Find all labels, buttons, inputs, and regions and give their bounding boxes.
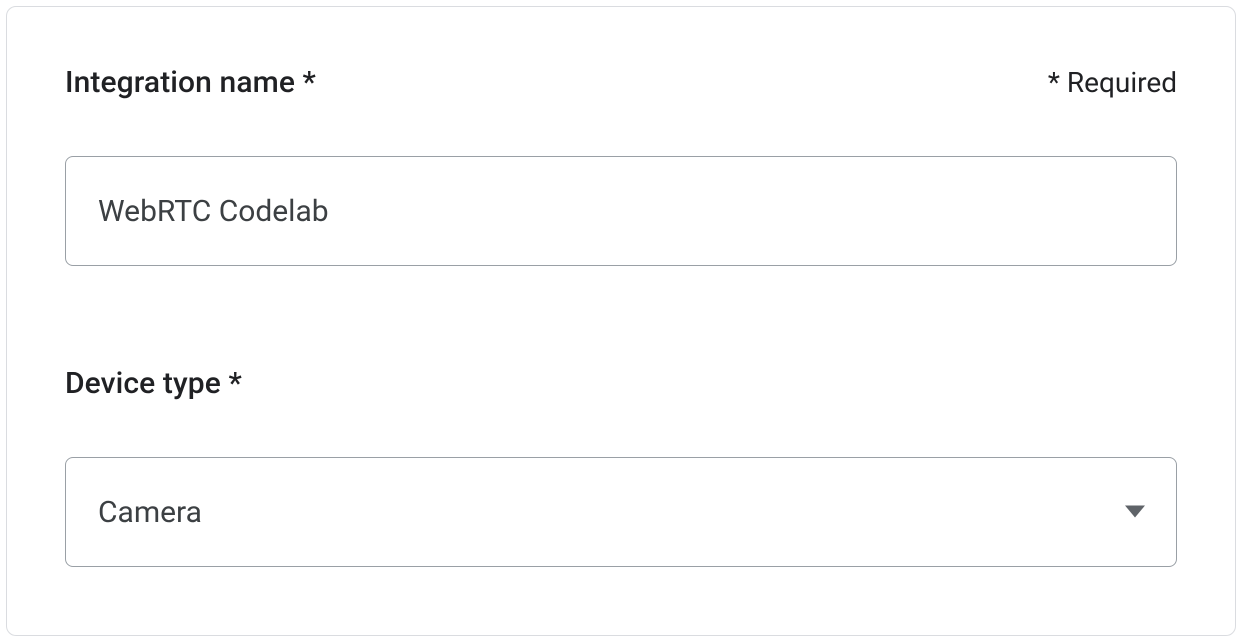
integration-name-label: Integration name * — [65, 65, 316, 100]
device-type-label: Device type * — [65, 366, 1177, 401]
device-type-select[interactable]: Camera — [65, 457, 1177, 567]
integration-name-input[interactable] — [65, 156, 1177, 266]
device-type-selected-value: Camera — [98, 495, 202, 530]
device-type-select-wrapper: Camera — [65, 457, 1177, 567]
integration-name-label-row: Integration name * * Required — [65, 65, 1177, 100]
form-container: Integration name * * Required Device typ… — [6, 6, 1236, 636]
required-hint: * Required — [1048, 66, 1177, 99]
